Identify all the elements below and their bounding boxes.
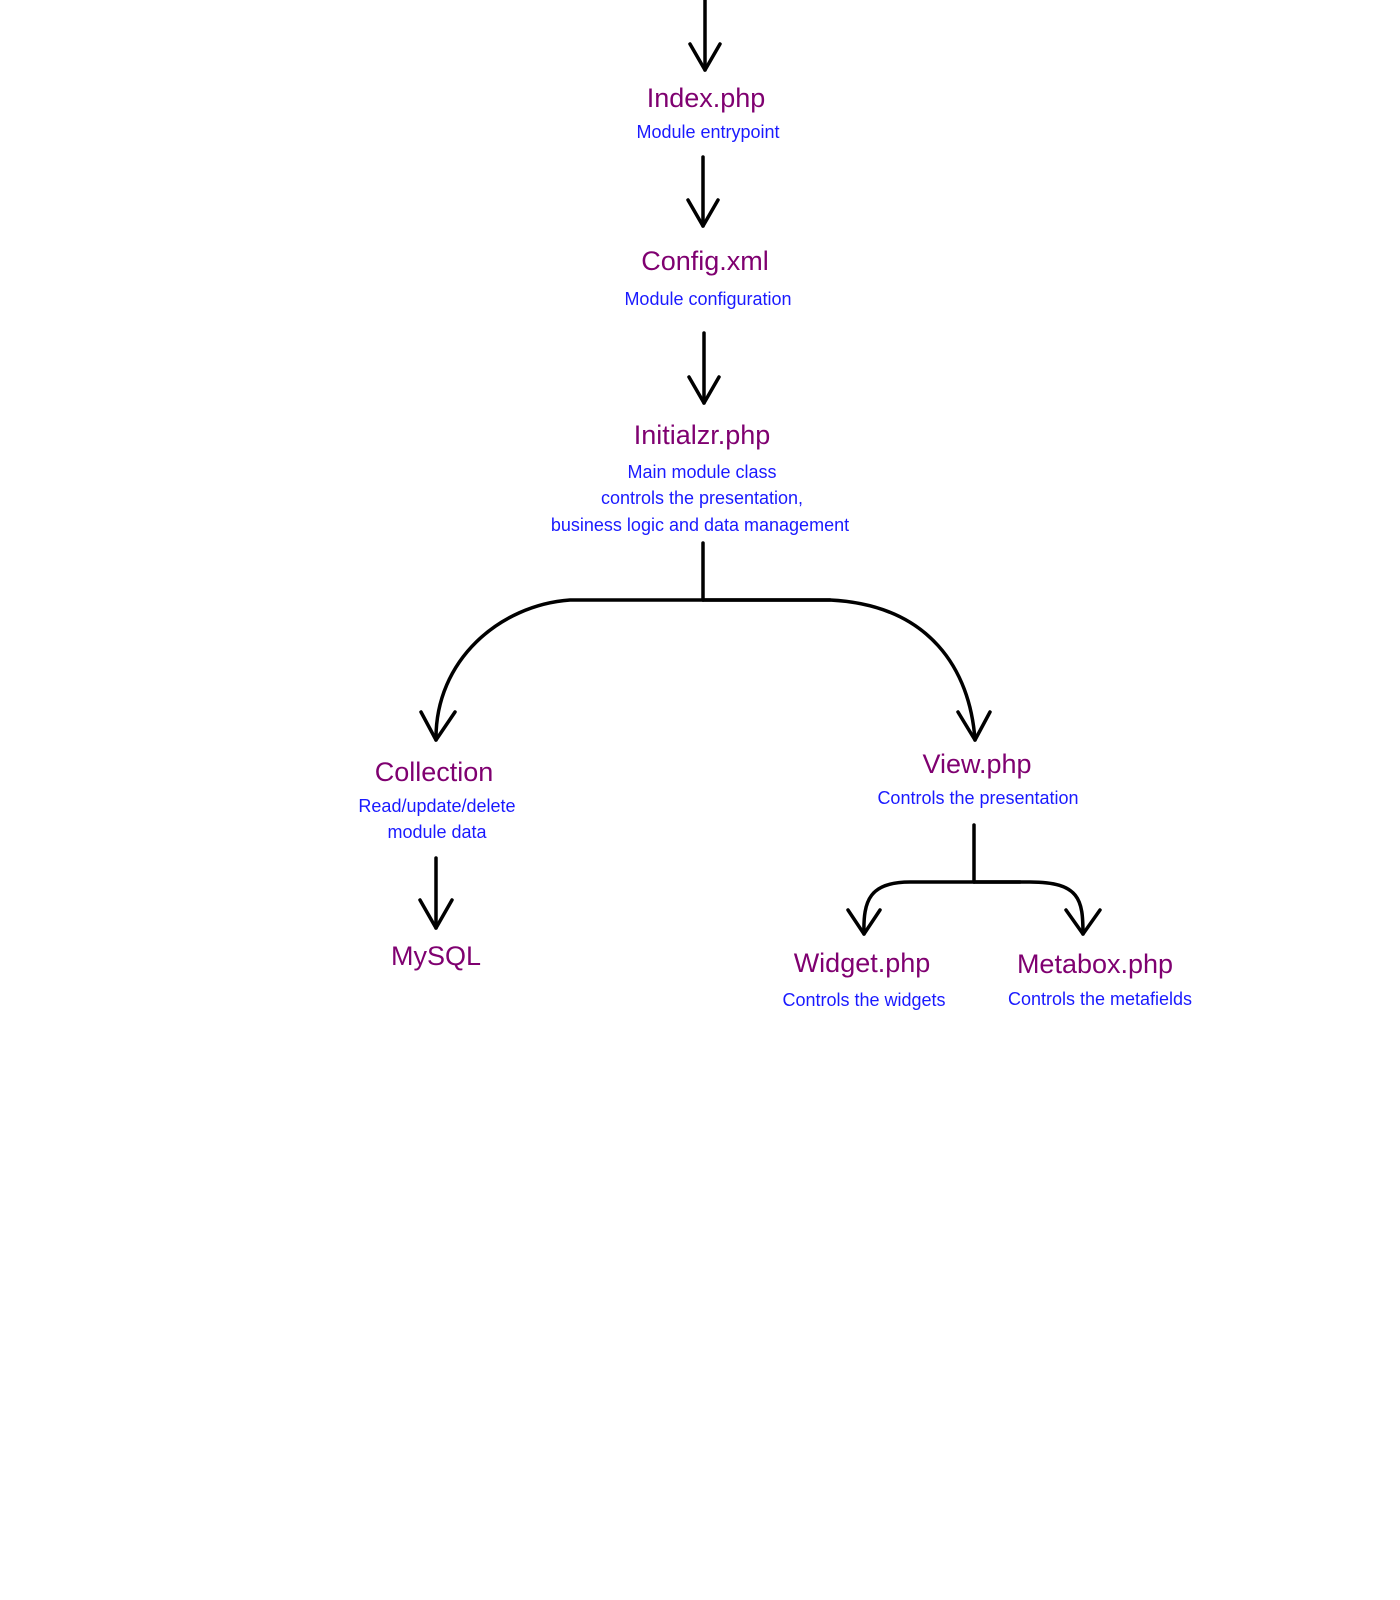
node-metabox: Metabox.php Controls the metafields bbox=[1008, 949, 1192, 1009]
node-description: module data bbox=[387, 822, 487, 842]
node-title: Initialzr.php bbox=[634, 420, 771, 450]
node-description: Module configuration bbox=[624, 289, 791, 309]
node-widget: Widget.php Controls the widgets bbox=[782, 948, 945, 1010]
arrow-index-to-config bbox=[686, 155, 720, 228]
node-title: View.php bbox=[922, 749, 1031, 779]
node-description: Read/update/delete bbox=[358, 796, 515, 816]
node-title: MySQL bbox=[391, 941, 481, 971]
node-description: Main module class bbox=[627, 462, 776, 482]
node-description: Controls the presentation bbox=[877, 788, 1078, 808]
node-initialzr: Initialzr.php Main module class controls… bbox=[551, 420, 849, 535]
node-mysql: MySQL bbox=[391, 941, 481, 971]
node-title: Index.php bbox=[647, 83, 766, 113]
arrow-entry-to-index bbox=[688, 0, 722, 72]
node-config: Config.xml Module configuration bbox=[624, 246, 791, 309]
node-description: Controls the metafields bbox=[1008, 989, 1192, 1009]
node-collection: Collection Read/update/delete module dat… bbox=[358, 757, 515, 842]
node-description: Controls the widgets bbox=[782, 990, 945, 1010]
node-title: Collection bbox=[375, 757, 494, 787]
node-description: controls the presentation, bbox=[601, 488, 803, 508]
node-title: Widget.php bbox=[794, 948, 931, 978]
module-architecture-diagram: Index.php Module entrypoint Config.xml M… bbox=[358, 0, 1192, 1010]
arrow-collection-to-mysql bbox=[418, 856, 454, 930]
branch-view bbox=[846, 823, 1102, 936]
node-title: Metabox.php bbox=[1017, 949, 1173, 979]
node-description: business logic and data management bbox=[551, 515, 849, 535]
node-view: View.php Controls the presentation bbox=[877, 749, 1078, 808]
node-title: Config.xml bbox=[641, 246, 769, 276]
arrow-config-to-initialzr bbox=[687, 331, 721, 405]
node-index: Index.php Module entrypoint bbox=[636, 83, 779, 142]
node-description: Module entrypoint bbox=[636, 122, 779, 142]
branch-initialzr bbox=[419, 541, 992, 742]
